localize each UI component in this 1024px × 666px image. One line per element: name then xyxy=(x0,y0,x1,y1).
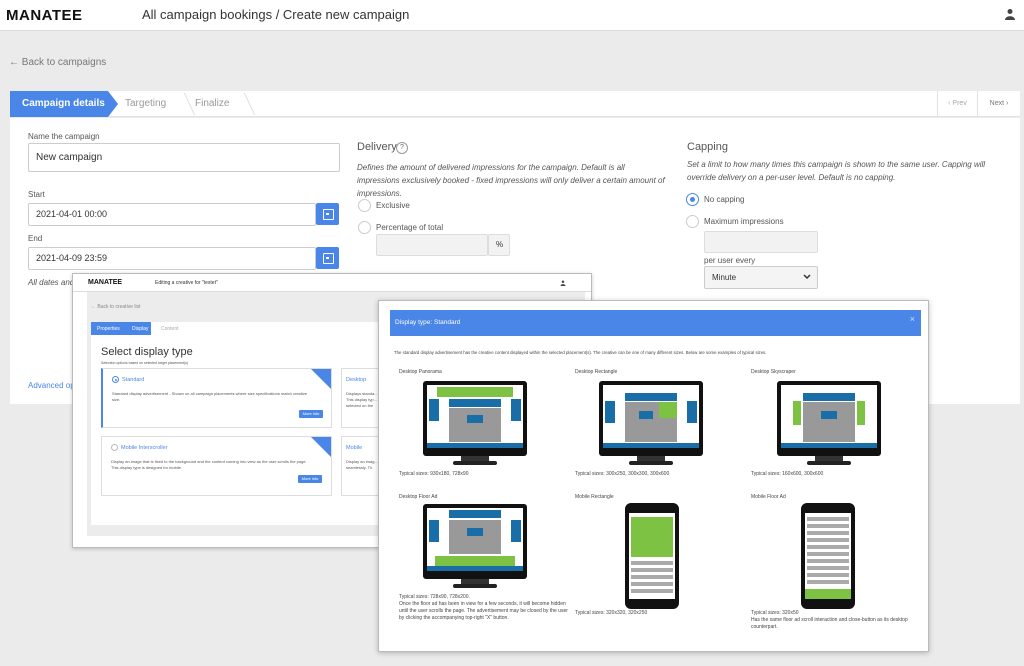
example-name: Desktop Panorama xyxy=(399,369,442,375)
creative-logo: MANATEE xyxy=(88,279,123,286)
standard-title: Standard xyxy=(122,377,145,383)
creative-step-display: Display xyxy=(132,326,149,332)
creative-back-link: ← Back to creative list xyxy=(91,304,141,310)
percentage-input[interactable] xyxy=(376,234,488,256)
steps-bar: Campaign details Targeting Finalize ‹ Pr… xyxy=(10,91,1020,117)
per-user-label: per user every xyxy=(704,256,756,265)
desktop-panorama-illustration xyxy=(423,381,527,465)
creative-topbar: MANATEE Editing a creative for "testet" xyxy=(73,274,591,292)
example-sizes: Typical sizes: 930x180, 728x90 xyxy=(399,471,469,477)
interscroller-desc: Display an image that is fixed to the ba… xyxy=(111,459,307,470)
display-type-card-standard[interactable]: Standard Standard display advertisement … xyxy=(101,368,332,428)
no-capping-label: No capping xyxy=(704,195,745,204)
creative-step-content: Content xyxy=(161,326,179,332)
max-impressions-input[interactable] xyxy=(704,231,818,253)
exclusive-radio[interactable] xyxy=(358,199,371,212)
example-name: Desktop Skyscraper xyxy=(751,369,796,375)
desktop-floor-ad-illustration xyxy=(423,504,527,588)
calendar-icon[interactable] xyxy=(316,247,339,269)
next-button[interactable]: Next › xyxy=(977,91,1020,117)
mobile-rectangle-illustration xyxy=(625,503,679,609)
dialog-title: Display type: Standard xyxy=(395,319,461,326)
standard-desc: Standard display advertisement - Shown o… xyxy=(112,391,307,402)
display-type-dialog: Display type: Standard × The standard di… xyxy=(378,300,929,652)
dialog-header: Display type: Standard × xyxy=(390,310,921,336)
name-label: Name the campaign xyxy=(28,132,100,141)
more-info-button[interactable]: More info xyxy=(298,475,322,483)
mobile-floor-ad-illustration xyxy=(801,503,855,609)
percentage-label: Percentage of total xyxy=(376,223,444,232)
example-name: Desktop Rectangle xyxy=(575,369,618,375)
back-to-campaigns-link[interactable]: ← Back to campaigns xyxy=(9,57,106,68)
per-user-value: Minute xyxy=(712,273,737,282)
breadcrumb: All campaign bookings / Create new campa… xyxy=(142,7,410,22)
capping-description: Set a limit to how many times this campa… xyxy=(687,160,986,182)
app-logo[interactable]: MANATEE xyxy=(6,7,83,24)
creative-title: Editing a creative for "testet" xyxy=(155,280,218,286)
interscroller-radio[interactable] xyxy=(111,444,118,451)
percentage-radio[interactable] xyxy=(358,221,371,234)
desktop-desc: Displays standa... This display typ... s… xyxy=(346,391,378,408)
user-icon[interactable] xyxy=(1004,8,1016,20)
end-label: End xyxy=(28,234,43,243)
max-impressions-radio[interactable] xyxy=(686,215,699,228)
select-display-type-heading: Select display type xyxy=(101,346,193,358)
campaign-name-input[interactable]: New campaign xyxy=(28,143,340,172)
delivery-description: Defines the amount of delivered impressi… xyxy=(357,163,665,198)
delivery-title: Delivery xyxy=(357,141,397,153)
creative-step-properties: Properties xyxy=(97,326,120,332)
standard-radio[interactable] xyxy=(112,376,119,383)
all-dates-note: All dates and xyxy=(28,278,75,287)
step-campaign-details[interactable]: Campaign details xyxy=(10,91,118,117)
example-sizes: Typical sizes: 320x50 Has the same floor… xyxy=(751,610,908,630)
capping-title: Capping xyxy=(687,141,728,153)
card-corner xyxy=(311,369,331,389)
calendar-icon[interactable] xyxy=(316,203,339,225)
more-info-button[interactable]: More info xyxy=(299,410,323,418)
example-sizes: Typical sizes: 300x250, 300x300, 300x600 xyxy=(575,471,670,477)
per-user-select[interactable]: Minute xyxy=(704,266,818,289)
prev-button[interactable]: ‹ Prev xyxy=(937,91,977,117)
max-impressions-label: Maximum impressions xyxy=(704,217,784,226)
no-capping-radio[interactable] xyxy=(686,193,699,206)
display-type-card-mobile-interscroller[interactable]: Mobile Interscroller Display an image th… xyxy=(101,436,332,496)
start-label: Start xyxy=(28,190,45,199)
mobile-desc: Display an imag... seamlessly. Th xyxy=(346,459,378,470)
top-bar: MANATEE All campaign bookings / Create n… xyxy=(0,0,1024,31)
example-sizes: Typical sizes: 160x600, 300x600 xyxy=(751,471,824,477)
card-corner xyxy=(311,437,331,457)
interscroller-title: Mobile Interscroller xyxy=(121,445,168,451)
select-display-type-subheading: Selection options based on selected targ… xyxy=(101,361,189,365)
end-date-input[interactable]: 2021-04-09 23:59 xyxy=(28,247,316,270)
example-sizes: Typical sizes: 320x320, 320x250 xyxy=(575,610,648,616)
desktop-rectangle-illustration xyxy=(599,381,703,465)
example-name: Desktop Floor Ad xyxy=(399,494,438,500)
chevron-down-icon xyxy=(803,274,811,280)
desktop-title: Desktop xyxy=(346,377,367,383)
exclusive-label: Exclusive xyxy=(376,201,410,210)
close-icon[interactable]: × xyxy=(910,314,915,324)
start-date-input[interactable]: 2021-04-01 00:00 xyxy=(28,203,316,226)
user-icon xyxy=(560,280,566,286)
desktop-skyscraper-illustration xyxy=(777,381,881,465)
dialog-intro: The standard display advertisement has t… xyxy=(394,350,767,355)
mobile-title: Mobile xyxy=(346,445,363,451)
percent-unit: % xyxy=(488,234,510,256)
help-icon[interactable]: ? xyxy=(396,142,408,154)
advanced-options-link[interactable]: Advanced op xyxy=(28,381,75,390)
example-name: Mobile Floor Ad xyxy=(751,494,786,500)
example-sizes: Typical sizes: 728x90, 728x200. Once the… xyxy=(399,594,568,621)
example-name: Mobile Rectangle xyxy=(575,494,614,500)
